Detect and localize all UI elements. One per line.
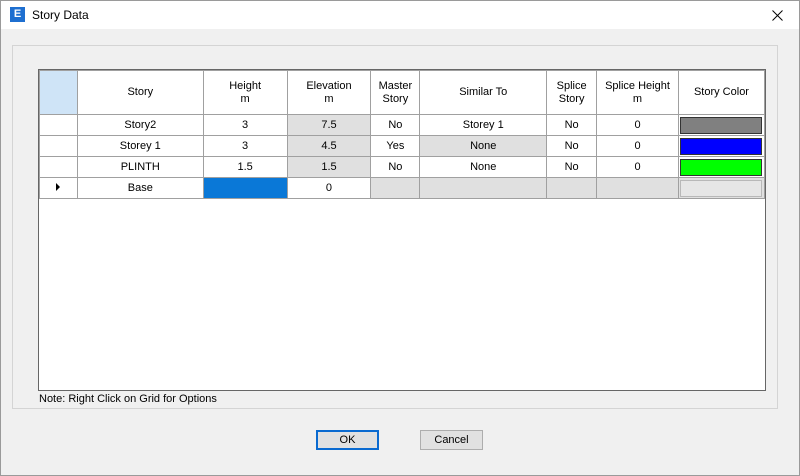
story-grid[interactable]: Story Height m Elevation m Master Story Si… [38,69,766,391]
cell-height[interactable]: 3 [202,135,288,157]
cell-splice-story[interactable]: No [546,114,598,136]
column-header-story[interactable]: Story [76,70,204,115]
window-title: Story Data [32,8,89,22]
title-bar: E Story Data [1,1,799,29]
cell-story[interactable]: Base [76,177,204,199]
close-button[interactable] [755,1,799,29]
table-row: Storey 1 3 4.5 Yes None No 0 [39,135,765,157]
cell-splice-height[interactable]: 0 [596,135,679,157]
cell-splice-story [546,177,598,199]
cell-splice-story[interactable]: No [546,135,598,157]
grid-note: Note: Right Click on Grid for Options [39,393,217,405]
cell-story-color[interactable] [677,135,765,157]
cell-splice-height[interactable]: 0 [596,156,679,178]
column-header-master-story[interactable]: Master Story [370,70,421,115]
cell-story-color[interactable] [677,114,765,136]
cell-story[interactable]: PLINTH [76,156,204,178]
app-logo-icon: E [10,7,25,22]
cell-story[interactable]: Storey 1 [76,135,204,157]
color-swatch [680,116,763,134]
row-header[interactable] [39,135,78,157]
cell-master-story[interactable]: No [370,114,421,136]
cell-master-story[interactable]: No [370,156,421,178]
column-header-similar-to[interactable]: Similar To [419,70,548,115]
cancel-button[interactable]: Cancel [420,430,483,450]
row-header[interactable] [39,177,78,199]
cell-elevation[interactable]: 4.5 [286,135,372,157]
row-header[interactable] [39,114,78,136]
cell-height[interactable]: 1.5 [202,156,288,178]
select-all-corner[interactable] [39,70,78,115]
cell-similar-to[interactable]: None [419,156,548,178]
cell-elevation[interactable]: 0 [286,177,372,199]
cell-splice-height[interactable]: 0 [596,114,679,136]
cell-height[interactable]: 3 [202,114,288,136]
color-swatch [680,158,763,176]
row-header[interactable] [39,156,78,178]
cell-master-story[interactable]: Yes [370,135,421,157]
color-swatch [680,179,763,197]
column-header-story-color[interactable]: Story Color [677,70,765,115]
cell-elevation[interactable]: 1.5 [286,156,372,178]
cell-height-selected[interactable] [202,177,288,199]
close-icon [771,9,783,21]
cell-story-color [677,177,765,199]
table-row: Story2 3 7.5 No Storey 1 No 0 [39,114,765,136]
cell-splice-story[interactable]: No [546,156,598,178]
story-data-dialog: E Story Data Story Height m Elevation m M [0,0,800,476]
cell-elevation[interactable]: 7.5 [286,114,372,136]
table-row-current: Base 0 [39,177,765,199]
cell-similar-to[interactable]: None [419,135,548,157]
cell-similar-to [419,177,548,199]
column-header-elevation[interactable]: Elevation m [286,70,372,115]
cell-master-story [370,177,421,199]
current-row-arrow-icon [56,183,61,191]
table-row: PLINTH 1.5 1.5 No None No 0 [39,156,765,178]
cell-splice-height [596,177,679,199]
cell-story[interactable]: Story2 [76,114,204,136]
header-row: Story Height m Elevation m Master Story Si… [39,70,765,115]
column-header-height[interactable]: Height m [202,70,288,115]
color-swatch [680,137,763,155]
story-table: Story Height m Elevation m Master Story Si… [39,70,765,199]
cell-similar-to[interactable]: Storey 1 [419,114,548,136]
column-header-splice-height[interactable]: Splice Height m [596,70,679,115]
cell-story-color[interactable] [677,156,765,178]
column-header-splice-story[interactable]: Splice Story [546,70,598,115]
ok-button[interactable]: OK [316,430,379,450]
